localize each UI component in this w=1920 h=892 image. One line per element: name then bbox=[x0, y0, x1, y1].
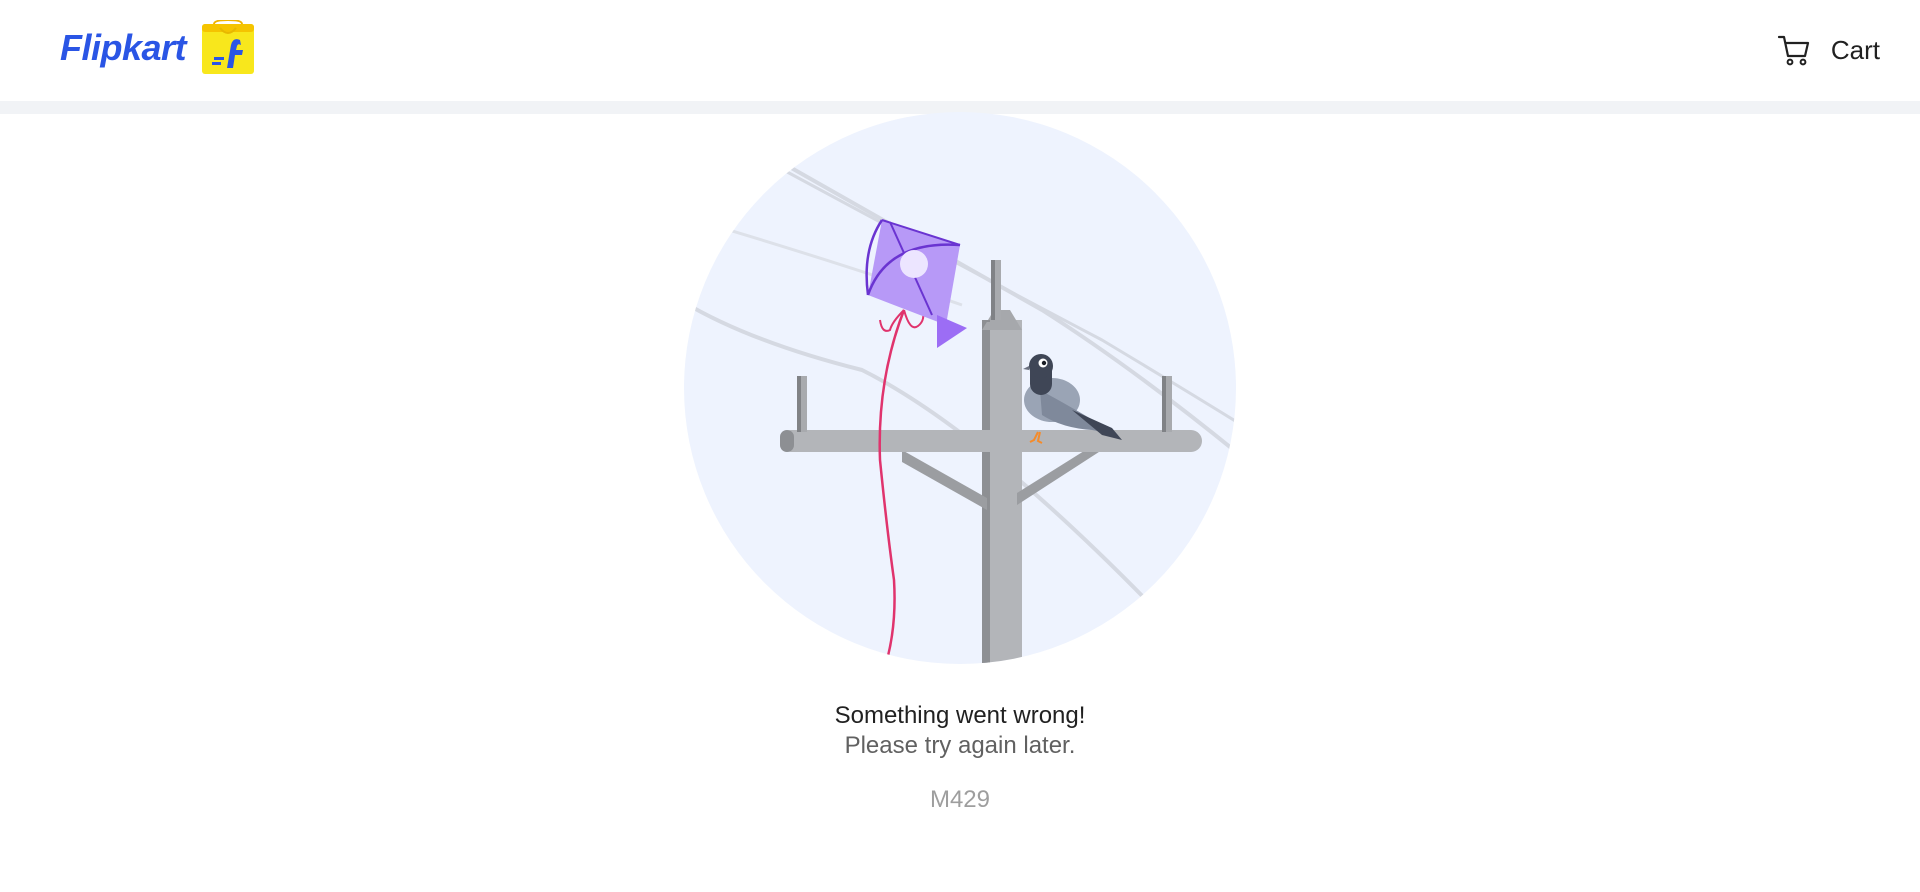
error-title: Something went wrong! bbox=[834, 702, 1086, 729]
cart-button[interactable]: Cart bbox=[1777, 28, 1880, 72]
error-illustration bbox=[684, 112, 1236, 664]
flipkart-logo-link[interactable]: Flipkart bbox=[60, 20, 256, 76]
error-code: M429 bbox=[929, 786, 991, 813]
error-subtitle: Please try again later. bbox=[844, 732, 1076, 759]
shopping-cart-icon bbox=[1777, 35, 1809, 66]
cart-label: Cart bbox=[1830, 34, 1880, 65]
logo-wordmark: Flipkart bbox=[60, 27, 187, 68]
site-header: Flipkart Cart bbox=[0, 0, 1920, 101]
flipkart-shopping-bag-icon bbox=[202, 20, 255, 74]
